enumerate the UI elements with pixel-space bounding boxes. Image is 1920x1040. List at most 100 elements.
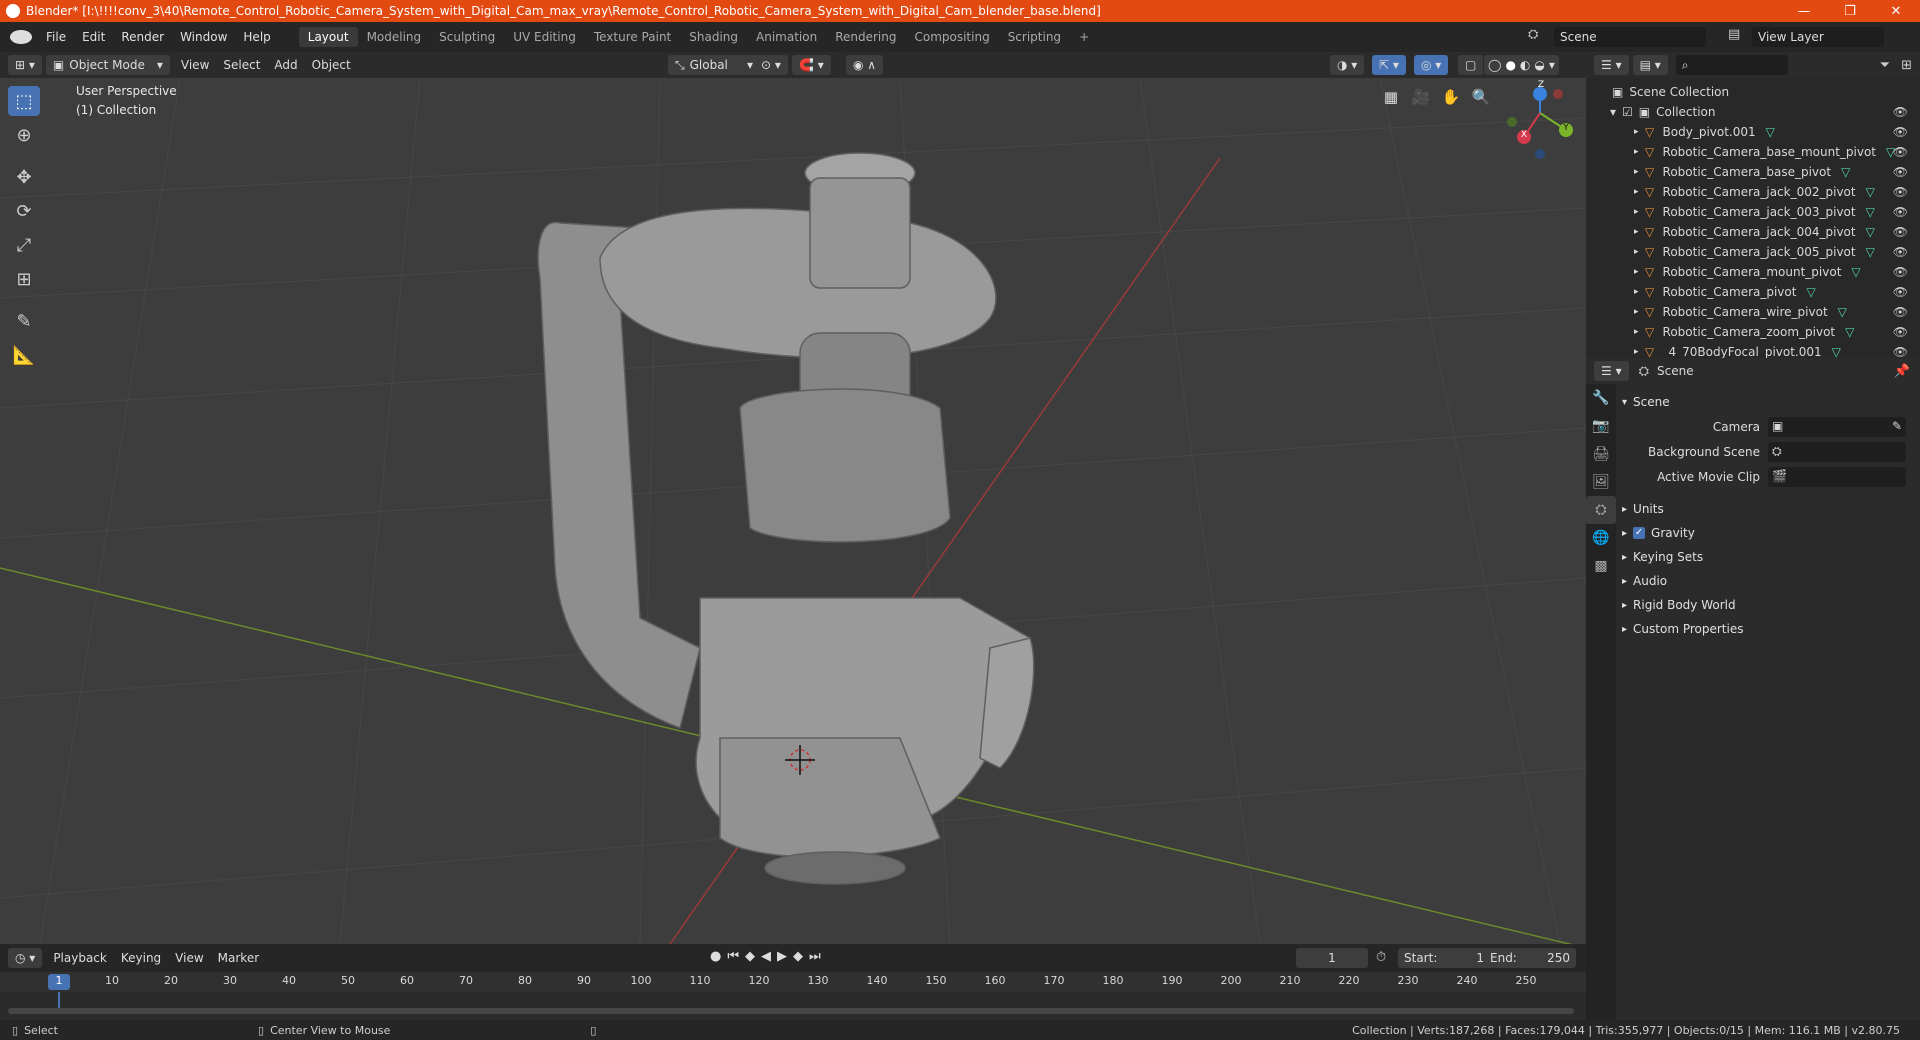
menu-edit[interactable]: Edit [74, 30, 113, 44]
mode-dropdown[interactable]: ▣ Object Mode ▾ [45, 55, 170, 75]
outliner-item[interactable]: ▸ ▽ Robotic_Camera_mount_pivot ▽ 👁 [1586, 262, 1920, 282]
expand-arrow-icon[interactable]: ▸ [1634, 347, 1639, 357]
tab-rendering[interactable]: Rendering [826, 27, 905, 47]
tab-texture-paint[interactable]: Texture Paint [585, 27, 680, 47]
properties-editor-type-button[interactable]: ☰ ▾ [1594, 361, 1629, 381]
eye-icon[interactable]: 👁 [1893, 145, 1908, 159]
chevron-down-icon[interactable]: ▾ [1549, 58, 1555, 72]
outliner-item[interactable]: ▸ ▽ Robotic_Camera_pivot ▽ 👁 [1586, 282, 1920, 302]
eye-icon[interactable]: 👁 [1893, 165, 1908, 179]
menu-file[interactable]: File [38, 30, 74, 44]
new-collection-icon[interactable]: ⊞ [1901, 58, 1912, 73]
timeline-menu-keying[interactable]: Keying [114, 951, 168, 965]
render-properties-tab-icon[interactable]: 📷 [1586, 412, 1616, 440]
eye-icon[interactable]: 👁 [1893, 245, 1908, 259]
rendered-shading-icon[interactable]: ◒ [1534, 58, 1544, 72]
cursor-tool-icon[interactable]: ⊕ [8, 120, 40, 150]
gravity-checkbox[interactable]: ✓ [1633, 527, 1646, 539]
tab-modeling[interactable]: Modeling [358, 27, 431, 47]
overlay-toggle-button[interactable]: ◎ ▾ [1414, 55, 1449, 75]
editor-type-button[interactable]: ⊞ ▾ [8, 55, 42, 75]
play-icon[interactable]: ▶ [777, 949, 787, 964]
jump-to-keyframe-back-icon[interactable]: ◆ [745, 949, 755, 964]
texture-properties-tab-icon[interactable]: ▩ [1586, 552, 1616, 580]
tab-sculpting[interactable]: Sculpting [430, 27, 504, 47]
checkbox-icon[interactable]: ☑ [1622, 105, 1633, 119]
timeline-scrollbar[interactable] [8, 1008, 1574, 1014]
scene-field[interactable]: Scene [1554, 27, 1706, 47]
collapse-arrow-icon[interactable]: ▾ [1610, 105, 1616, 119]
start-frame-field[interactable]: Start: 1 [1398, 948, 1490, 968]
blender-menu-icon[interactable] [10, 30, 32, 44]
outliner-item[interactable]: ▸ ▽ Robotic_Camera_base_pivot ▽ 👁 [1586, 162, 1920, 182]
close-button[interactable]: ✕ [1873, 0, 1919, 22]
expand-arrow-icon[interactable]: ▸ [1634, 187, 1639, 197]
rotate-tool-icon[interactable]: ⟳ [8, 196, 40, 226]
tab-layout[interactable]: Layout [298, 27, 358, 47]
expand-arrow-icon[interactable]: ▸ [1634, 167, 1639, 177]
viewport-canvas[interactable] [0, 78, 1586, 944]
tab-scripting[interactable]: Scripting [999, 27, 1070, 47]
eye-icon[interactable]: 👁 [1893, 265, 1908, 279]
viewport-menu-add[interactable]: Add [267, 58, 304, 72]
outliner-item[interactable]: ▸ ▽ Robotic_Camera_wire_pivot ▽ 👁 [1586, 302, 1920, 322]
tab-shading[interactable]: Shading [680, 27, 747, 47]
tool-properties-tab-icon[interactable]: 🔧 [1586, 384, 1616, 412]
timeline-editor-type-button[interactable]: ◷ ▾ [8, 948, 43, 968]
menu-window[interactable]: Window [172, 30, 235, 44]
expand-arrow-icon[interactable]: ▸ [1634, 307, 1639, 317]
scene-properties-tab-icon[interactable]: ⛭ [1586, 496, 1616, 524]
record-icon[interactable]: ● [710, 949, 721, 964]
current-frame-field[interactable]: 1 [1296, 948, 1368, 968]
background-scene-field[interactable]: ⛭ [1768, 441, 1906, 462]
view-layer-field[interactable]: View Layer [1752, 27, 1884, 47]
move-tool-icon[interactable]: ✥ [8, 162, 40, 192]
expand-arrow-icon[interactable]: ▸ [1634, 247, 1639, 257]
eye-icon[interactable]: 👁 [1893, 185, 1908, 199]
camera-view-icon[interactable]: 🎥 [1410, 88, 1432, 110]
outliner-item[interactable]: ▸ ▽ Body_pivot.001 ▽ 👁 [1586, 122, 1920, 142]
proportional-edit-button[interactable]: ◉ ∧ [846, 55, 884, 75]
play-reverse-icon[interactable]: ◀ [761, 949, 771, 964]
eye-icon[interactable]: 👁 [1893, 205, 1908, 219]
viewport-menu-select[interactable]: Select [216, 58, 267, 72]
outliner-item[interactable]: ▸ ▽ Robotic_Camera_base_mount_pivot ▽ 👁 [1586, 142, 1920, 162]
rigid-body-world-section-header[interactable]: ▸ Rigid Body World [1622, 593, 1912, 617]
eye-icon[interactable]: 👁 [1893, 125, 1908, 139]
jump-to-end-icon[interactable]: ⏭ [809, 949, 821, 964]
viewport-menu-object[interactable]: Object [305, 58, 358, 72]
timeline-menu-playback[interactable]: Playback [46, 951, 114, 965]
outliner-item[interactable]: ▸ ▽ Robotic_Camera_jack_003_pivot ▽ 👁 [1586, 202, 1920, 222]
menu-help[interactable]: Help [235, 30, 278, 44]
outliner-editor-type-button[interactable]: ☰ ▾ [1594, 55, 1629, 75]
transform-orientation-dropdown[interactable]: ⤡ Global ▾ [668, 55, 760, 75]
tab-animation[interactable]: Animation [747, 27, 826, 47]
outliner-item[interactable]: ▸ ▽ Robotic_Camera_jack_004_pivot ▽ 👁 [1586, 222, 1920, 242]
wireframe-shading-icon[interactable]: ◯ [1488, 58, 1501, 72]
outliner-item[interactable]: ▸ ▽ Robotic_Camera_jack_005_pivot ▽ 👁 [1586, 242, 1920, 262]
eye-icon[interactable]: 👁 [1893, 105, 1908, 119]
grid-view-icon[interactable]: ▦ [1380, 88, 1402, 110]
expand-arrow-icon[interactable]: ▸ [1634, 327, 1639, 337]
snap-button[interactable]: 🧲 ▾ [792, 55, 831, 75]
maximize-button[interactable]: ❐ [1827, 0, 1873, 22]
timeline-menu-view[interactable]: View [168, 951, 210, 965]
xray-toggle-button[interactable]: ▢ [1458, 55, 1484, 75]
eye-icon[interactable]: 👁 [1893, 225, 1908, 239]
custom-properties-section-header[interactable]: ▸ Custom Properties [1622, 617, 1912, 641]
outliner-item[interactable]: ▸ ▽ Robotic_Camera_zoom_pivot ▽ 👁 [1586, 322, 1920, 342]
camera-field[interactable]: ▣ ✎ [1768, 416, 1906, 437]
view-layer-properties-tab-icon[interactable]: 🖼 [1586, 468, 1616, 496]
keying-sets-section-header[interactable]: ▸ Keying Sets [1622, 545, 1912, 569]
expand-arrow-icon[interactable]: ▸ [1634, 147, 1639, 157]
eyedropper-icon[interactable]: ✎ [1892, 419, 1902, 433]
annotate-tool-icon[interactable]: ✎ [8, 306, 40, 336]
tab-uv-editing[interactable]: UV Editing [504, 27, 585, 47]
outliner-collection[interactable]: ▾ ☑ ▣ Collection 👁 [1586, 102, 1920, 122]
pan-hand-icon[interactable]: ✋ [1440, 88, 1462, 110]
audio-section-header[interactable]: ▸ Audio [1622, 569, 1912, 593]
output-properties-tab-icon[interactable]: 🖨 [1586, 440, 1616, 468]
zoom-icon[interactable]: 🔍 [1470, 88, 1492, 110]
pin-icon[interactable]: 📌 [1894, 364, 1910, 379]
timeline-menu-marker[interactable]: Marker [211, 951, 266, 965]
